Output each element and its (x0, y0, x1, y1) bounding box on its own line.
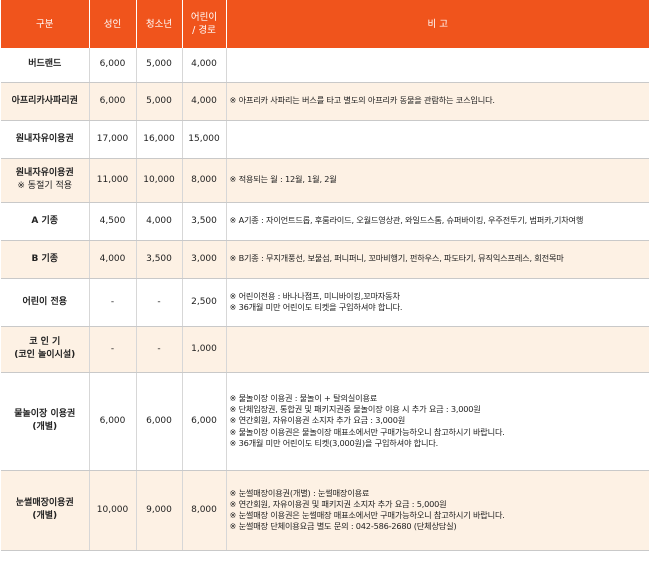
note-line: ※ 연간회원, 자유이용권 및 패키지권 소지자 추가 요금 : 5,000원 (229, 498, 447, 509)
price-child: 2,500 (182, 278, 227, 327)
row-name: B 기종 (1, 240, 90, 279)
row-name: A 기종 (1, 202, 90, 241)
row-name: 원내자유이용권 ※ 동절기 적용 (1, 158, 90, 203)
price-youth: 5,000 (136, 48, 183, 83)
col-header-child: 어린이 / 경로 (182, 0, 227, 48)
table-row: 원내자유이용권 17,000 16,000 15,000 (1, 120, 649, 159)
price-adult: 4,500 (89, 202, 137, 241)
col-header-child-line1: 어린이 (190, 12, 218, 23)
row-note (226, 48, 649, 83)
price-adult: 6,000 (89, 48, 137, 83)
note-line: ※ A기종 : 자이언트드롭, 후룸라이드, 오월드영상관, 와일드스톰, 슈퍼… (229, 215, 584, 226)
col-header-child-line2: / 경로 (192, 25, 216, 36)
price-youth: 16,000 (136, 120, 183, 159)
row-name: 물놀이장 이용권 (개별) (1, 372, 90, 471)
row-note: ※ 물놀이장 이용권 : 물놀이 + 탈의실이용료 ※ 단체입장권, 통합권 및… (226, 372, 649, 471)
table-row: 아프리카사파리권 6,000 5,000 4,000 ※ 아프리카 사파리는 버… (1, 82, 649, 121)
price-child: 6,000 (182, 372, 227, 471)
row-name: 아프리카사파리권 (1, 82, 90, 121)
table-row: 원내자유이용권 ※ 동절기 적용 11,000 10,000 8,000 ※ 적… (1, 158, 649, 203)
price-adult: - (89, 326, 137, 373)
price-child: 4,000 (182, 48, 227, 83)
row-note: ※ 적용되는 월 : 12월, 1월, 2월 (226, 158, 649, 203)
price-youth: 4,000 (136, 202, 183, 241)
price-child: 1,000 (182, 326, 227, 373)
row-name-main: 눈썰매장이용권 (15, 498, 74, 508)
row-note: ※ A기종 : 자이언트드롭, 후룸라이드, 오월드영상관, 와일드스톰, 슈퍼… (226, 202, 649, 241)
price-youth: 9,000 (136, 470, 183, 551)
price-youth: - (136, 278, 183, 327)
note-line: ※ 적용되는 월 : 12월, 1월, 2월 (229, 174, 337, 185)
row-name: 코 인 기 (코인 놀이시설) (1, 326, 90, 373)
row-name-sub: (개별) (32, 511, 58, 521)
col-header-youth: 청소년 (136, 0, 183, 48)
price-youth: - (136, 326, 183, 373)
note-line: ※ 어린이전용 : 바나나점프, 미니바이킹,꼬마자동차 (229, 290, 400, 301)
price-adult: - (89, 278, 137, 327)
row-name: 눈썰매장이용권 (개별) (1, 470, 90, 551)
note-line: ※ 눈썰매장 단체이용요금 별도 문의 : 042-586-2680 (단체상담… (229, 521, 457, 532)
row-note: ※ 눈썰매장이용권(개별) : 눈썰매장이용료 ※ 연간회원, 자유이용권 및 … (226, 470, 649, 551)
table-row: 어린이 전용 - - 2,500 ※ 어린이전용 : 바나나점프, 미니바이킹,… (1, 278, 649, 327)
price-table: 구분 성인 청소년 어린이 / 경로 비 고 버드랜드 6,000 5,000 … (1, 0, 649, 551)
price-child: 8,000 (182, 470, 227, 551)
row-name-main: 원내자유이용권 (15, 168, 74, 178)
price-child: 15,000 (182, 120, 227, 159)
price-youth: 5,000 (136, 82, 183, 121)
row-note: ※ 아프리카 사파리는 버스를 타고 별도의 아프리카 동물을 관람하는 코스입… (226, 82, 649, 121)
col-header-note: 비 고 (226, 0, 649, 48)
price-youth: 6,000 (136, 372, 183, 471)
price-adult: 6,000 (89, 82, 137, 121)
note-line: ※ 단체입장권, 통합권 및 패키지권중 물놀이장 이용 시 추가 요금 : 3… (229, 404, 481, 415)
price-child: 4,000 (182, 82, 227, 121)
table-row: 물놀이장 이용권 (개별) 6,000 6,000 6,000 ※ 물놀이장 이… (1, 372, 649, 471)
row-name-sub: ※ 동절기 적용 (17, 181, 73, 191)
table-row: B 기종 4,000 3,500 3,000 ※ B기종 : 무지개풍선, 보물… (1, 240, 649, 279)
row-note: ※ 어린이전용 : 바나나점프, 미니바이킹,꼬마자동차 ※ 36개월 미만 어… (226, 278, 649, 327)
table-row: 눈썰매장이용권 (개별) 10,000 9,000 8,000 ※ 눈썰매장이용… (1, 470, 649, 551)
row-note (226, 120, 649, 159)
note-line: ※ 눈썰매장이용권(개별) : 눈썰매장이용료 (229, 487, 370, 498)
row-name: 원내자유이용권 (1, 120, 90, 159)
note-line: ※ 눈썰매장 이용권은 눈썰매장 매표소에서만 구매가능하오니 참고하시기 바랍… (229, 510, 505, 520)
price-adult: 6,000 (89, 372, 137, 471)
note-line: ※ B기종 : 무지개풍선, 보물섬, 퍼니퍼니, 꼬마비행기, 펀하우스, 파… (229, 253, 564, 264)
note-line: ※ 물놀이장 이용권은 물놀이장 매표소에서만 구매가능하오니 참고하시기 바랍… (229, 426, 505, 437)
price-adult: 10,000 (89, 470, 137, 551)
table-header-row: 구분 성인 청소년 어린이 / 경로 비 고 (1, 0, 649, 48)
note-line: ※ 물놀이장 이용권 : 물놀이 + 탈의실이용료 (229, 392, 378, 403)
table-row: 버드랜드 6,000 5,000 4,000 (1, 48, 649, 83)
row-name-sub: (코인 놀이시설) (14, 350, 76, 360)
note-line: ※ 연간회원, 자유이용권 소지자 추가 요금 : 3,000원 (229, 415, 406, 426)
price-youth: 3,500 (136, 240, 183, 279)
price-child: 3,000 (182, 240, 227, 279)
row-name-main: 코 인 기 (29, 337, 61, 347)
price-child: 3,500 (182, 202, 227, 241)
note-line: ※ 36개월 미만 어린이도 티켓(3,000원)을 구입하셔야 합니다. (229, 437, 439, 448)
row-note (226, 326, 649, 373)
table-row: A 기종 4,500 4,000 3,500 ※ A기종 : 자이언트드롭, 후… (1, 202, 649, 241)
col-header-adult: 성인 (89, 0, 137, 48)
row-name-main: 물놀이장 이용권 (14, 409, 76, 419)
table-row: 코 인 기 (코인 놀이시설) - - 1,000 (1, 326, 649, 373)
note-line: ※ 아프리카 사파리는 버스를 타고 별도의 아프리카 동물을 관람하는 코스입… (229, 95, 496, 106)
row-name: 어린이 전용 (1, 278, 90, 327)
row-name-sub: (개별) (32, 422, 58, 432)
row-note: ※ B기종 : 무지개풍선, 보물섬, 퍼니퍼니, 꼬마비행기, 펀하우스, 파… (226, 240, 649, 279)
price-child: 8,000 (182, 158, 227, 203)
price-adult: 11,000 (89, 158, 137, 203)
price-adult: 4,000 (89, 240, 137, 279)
note-line: ※ 36개월 미만 어린이도 티켓을 구입하셔야 합니다. (229, 302, 403, 312)
price-adult: 17,000 (89, 120, 137, 159)
col-header-category: 구분 (1, 0, 90, 48)
price-youth: 10,000 (136, 158, 183, 203)
row-name: 버드랜드 (1, 48, 90, 83)
